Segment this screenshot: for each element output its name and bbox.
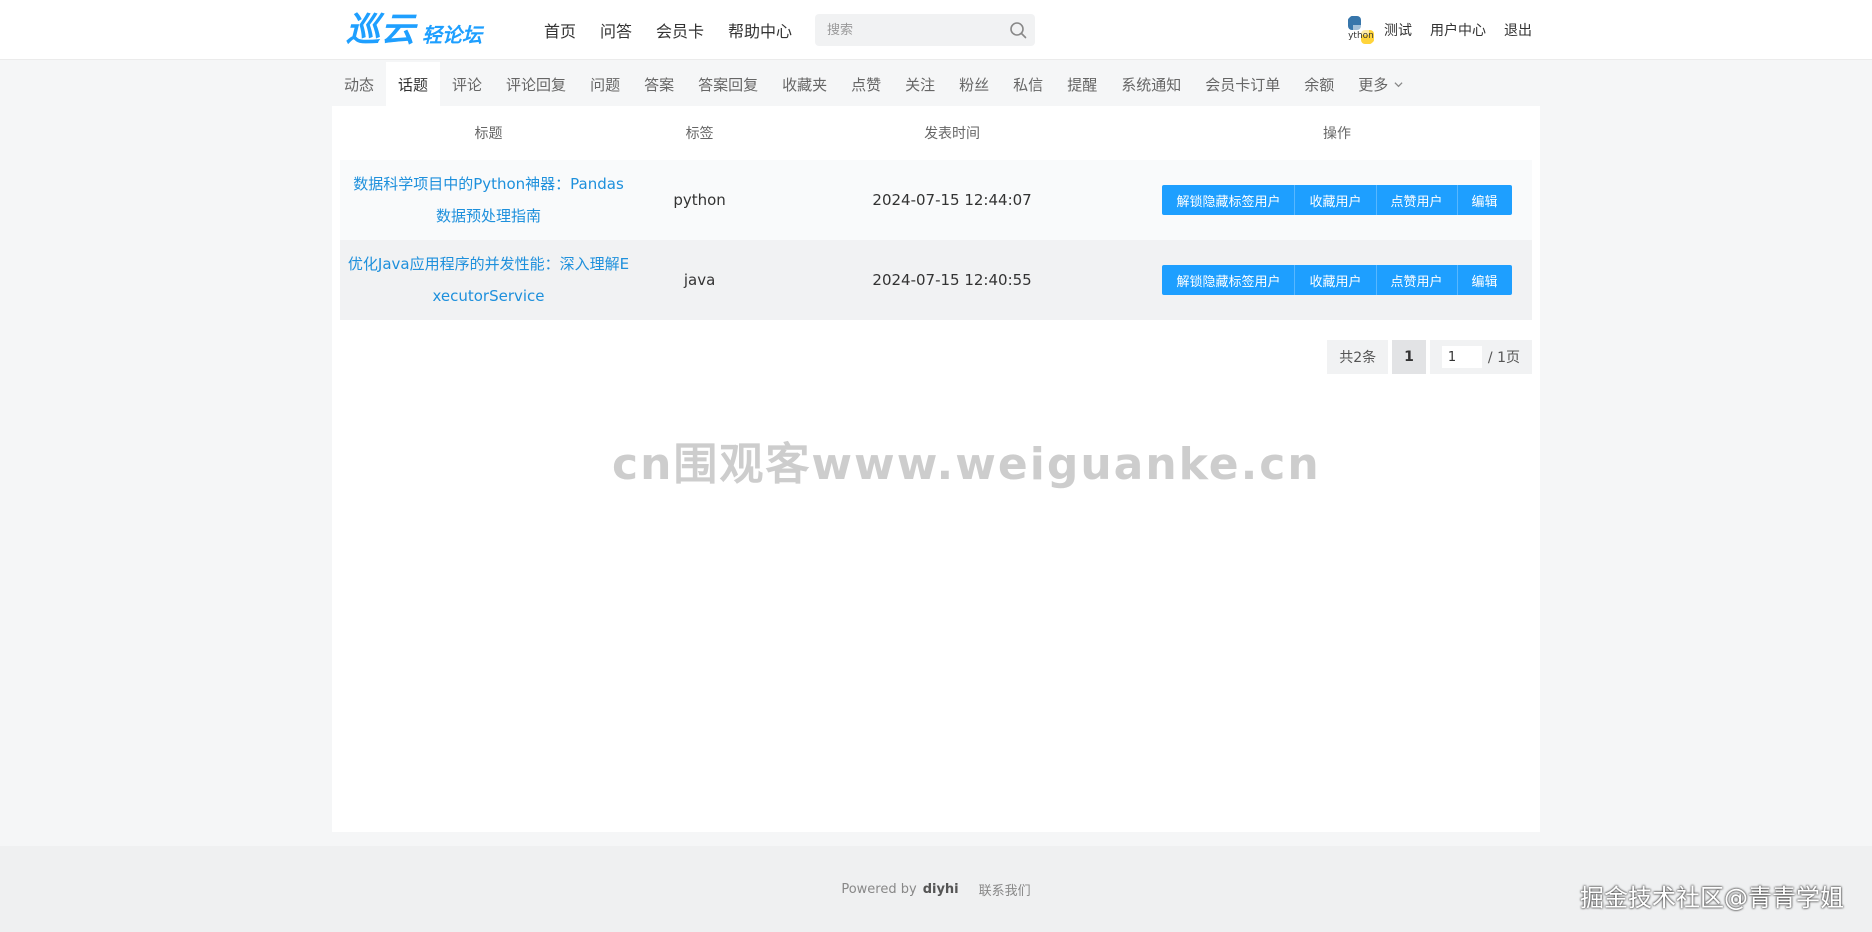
top-bar: 巡云 轻论坛 首页 问答 会员卡 帮助中心 ython 测试 用户中心 退出 [0,0,1872,60]
nav-qa[interactable]: 问答 [600,18,632,42]
tab-comments[interactable]: 评论 [440,62,494,106]
corner-watermark: 掘金技术社区@青青学姐 [1580,884,1844,912]
tab-label: 余额 [1304,75,1335,94]
tab-label: 私信 [1013,75,1044,94]
tab-likes[interactable]: 点赞 [839,62,893,106]
tag-cell: python [637,160,763,240]
tab-label: 提醒 [1067,75,1098,94]
tab-label: 粉丝 [959,75,990,94]
logo-sub-text: 轻论坛 [422,23,482,47]
avatar[interactable]: ython [1344,13,1378,47]
pagination-total: 共2条 [1327,340,1389,374]
tab-label: 关注 [905,75,936,94]
tab-activity[interactable]: 动态 [332,62,386,106]
tab-system-notices[interactable]: 系统通知 [1109,62,1193,106]
watermark: cn围观客www.weiguanke.cn [612,439,1321,490]
edit-button[interactable]: 编辑 [1456,265,1512,295]
unlock-hidden-tag-users-button[interactable]: 解锁隐藏标签用户 [1162,265,1295,295]
edit-button[interactable]: 编辑 [1456,185,1512,215]
chevron-down-icon [1394,81,1403,87]
tag-cell: java [637,240,763,320]
tab-balance[interactable]: 余额 [1292,62,1346,106]
tab-answer-replies[interactable]: 答案回复 [686,62,770,106]
table-header-row: 标题 标签 发表时间 操作 [340,106,1532,160]
actions-cell: 解锁隐藏标签用户 收藏用户 点赞用户 编辑 [1142,240,1532,320]
tab-label: 点赞 [851,75,882,94]
tab-card-orders[interactable]: 会员卡订单 [1193,62,1292,106]
col-title: 标题 [474,126,503,142]
tab-label: 收藏夹 [782,75,828,94]
search-input[interactable] [815,14,995,46]
nav-help-center[interactable]: 帮助中心 [728,18,792,42]
tab-label: 更多 [1358,75,1389,94]
tab-private-messages[interactable]: 私信 [1001,62,1055,106]
search-icon[interactable] [1009,21,1027,39]
like-users-button[interactable]: 点赞用户 [1375,265,1457,295]
topic-title-link[interactable]: 数据科学项目中的Python神器：Pandas数据预处理指南 [346,168,631,232]
tab-followers[interactable]: 粉丝 [947,62,1001,106]
col-time: 发表时间 [924,126,981,142]
pagination-current-page[interactable]: 1 [1392,340,1426,374]
tab-label: 话题 [398,75,429,94]
powered-by-brand[interactable]: diyhi [923,882,959,897]
tab-label: 系统通知 [1121,75,1182,94]
tab-label: 问题 [590,75,621,94]
action-button-group: 解锁隐藏标签用户 收藏用户 点赞用户 编辑 [1162,265,1512,295]
tab-label: 评论 [452,75,483,94]
tab-questions[interactable]: 问题 [578,62,632,106]
powered-by-label: Powered by [841,881,917,897]
site-logo[interactable]: 巡云 轻论坛 [346,10,482,50]
title-cell: 优化Java应用程序的并发性能：深入理解ExecutorService [340,240,637,320]
logout-link[interactable]: 退出 [1504,20,1532,40]
tab-following[interactable]: 关注 [893,62,947,106]
search-box [815,14,1035,46]
tab-label: 动态 [344,75,375,94]
tab-reminders[interactable]: 提醒 [1055,62,1109,106]
tab-favorites[interactable]: 收藏夹 [770,62,839,106]
user-name[interactable]: 测试 [1384,20,1412,40]
favorite-users-button[interactable]: 收藏用户 [1294,265,1376,295]
topic-title-link[interactable]: 优化Java应用程序的并发性能：深入理解ExecutorService [346,248,631,312]
nav-membership-card[interactable]: 会员卡 [656,18,704,42]
page-jump-input[interactable] [1441,346,1482,368]
tab-label: 答案 [644,75,675,94]
pagination-jump: / 1页 [1429,340,1532,374]
pagination: 共2条 1 / 1页 [1323,340,1532,374]
contact-us-link[interactable]: 联系我们 [979,880,1031,899]
user-center-link[interactable]: 用户中心 [1430,20,1486,40]
topic-table: 标题 标签 发表时间 操作 数据科学项目中的Python神器：Pandas数据预… [340,106,1532,320]
logo-main-text: 巡云 [346,10,416,50]
tab-topics[interactable]: 话题 [386,62,441,106]
time-cell: 2024-07-15 12:40:55 [762,240,1142,320]
col-tag: 标签 [685,126,714,142]
tab-more[interactable]: 更多 [1346,62,1415,106]
time-cell: 2024-07-15 12:44:07 [762,160,1142,240]
col-actions: 操作 [1323,126,1351,142]
sub-nav: 动态 话题 评论 评论回复 问题 答案 答案回复 收藏夹 点赞 关注 粉丝 私信… [332,62,1415,106]
table-row: 优化Java应用程序的并发性能：深入理解ExecutorService java… [340,240,1532,320]
nav-home[interactable]: 首页 [544,18,576,42]
tab-label: 答案回复 [698,75,759,94]
table-row: 数据科学项目中的Python神器：Pandas数据预处理指南 python 20… [340,160,1532,240]
favorite-users-button[interactable]: 收藏用户 [1294,185,1376,215]
actions-cell: 解锁隐藏标签用户 收藏用户 点赞用户 编辑 [1142,160,1532,240]
main-nav: 首页 问答 会员卡 帮助中心 [544,0,816,60]
tab-label: 会员卡订单 [1205,75,1281,94]
svg-text:ython: ython [1348,31,1374,41]
python-logo-icon: ython [1348,16,1374,44]
tab-comment-replies[interactable]: 评论回复 [494,62,578,106]
title-cell: 数据科学项目中的Python神器：Pandas数据预处理指南 [340,160,637,240]
tab-label: 评论回复 [506,75,567,94]
like-users-button[interactable]: 点赞用户 [1375,185,1457,215]
user-area: ython 测试 用户中心 退出 [1344,0,1532,60]
tab-answers[interactable]: 答案 [632,62,686,106]
unlock-hidden-tag-users-button[interactable]: 解锁隐藏标签用户 [1162,185,1295,215]
pagination-pages: / 1页 [1487,350,1520,366]
action-button-group: 解锁隐藏标签用户 收藏用户 点赞用户 编辑 [1162,185,1512,215]
